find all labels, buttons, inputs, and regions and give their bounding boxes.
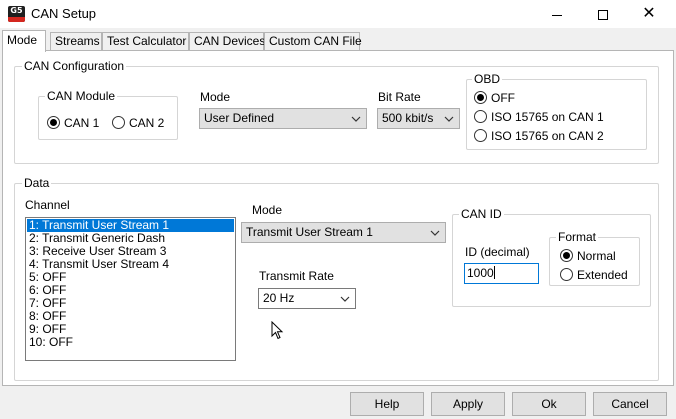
data-mode-label: Mode: [252, 203, 283, 217]
tab-can-devices[interactable]: CAN Devices: [189, 32, 265, 51]
ok-button[interactable]: Ok: [512, 392, 586, 416]
radio-unchecked-icon: [112, 116, 125, 129]
obd-iso-can1-label: ISO 15765 on CAN 1: [491, 110, 604, 124]
minimize-icon: [552, 14, 562, 16]
format-extended-label: Extended: [577, 268, 628, 282]
chevron-down-icon: [351, 116, 361, 122]
format-group: Format Normal Extended: [549, 230, 640, 286]
radio-checked-icon: [47, 116, 60, 129]
app-logo-text: G5: [10, 6, 23, 15]
obd-legend: OBD: [472, 72, 503, 86]
title-bar: G5 CAN Setup ✕: [0, 0, 676, 28]
minimize-button[interactable]: [534, 0, 580, 28]
can2-label: CAN 2: [129, 116, 165, 130]
format-legend: Format: [556, 230, 599, 244]
radio-unchecked-icon: [560, 268, 573, 281]
radio-checked-icon: [560, 249, 573, 262]
list-item[interactable]: 10: OFF: [27, 336, 234, 349]
can-mode-value: User Defined: [204, 111, 275, 125]
obd-iso-can2-radio[interactable]: ISO 15765 on CAN 2: [474, 129, 604, 143]
channel-listbox[interactable]: 1: Transmit User Stream 1 2: Transmit Ge…: [25, 217, 236, 361]
chevron-down-icon: [444, 116, 454, 122]
bit-rate-value: 500 kbit/s: [382, 111, 434, 125]
format-extended-radio[interactable]: Extended: [560, 268, 628, 282]
apply-button[interactable]: Apply: [431, 392, 505, 416]
id-decimal-label: ID (decimal): [465, 245, 530, 259]
chevron-down-icon: [340, 296, 350, 302]
close-button[interactable]: ✕: [626, 0, 672, 28]
obd-off-radio[interactable]: OFF: [474, 91, 515, 105]
format-normal-label: Normal: [577, 249, 616, 263]
tab-custom-can-file[interactable]: Custom CAN File: [264, 32, 362, 51]
bit-rate-dropdown[interactable]: 500 kbit/s: [377, 108, 460, 129]
obd-off-label: OFF: [491, 91, 515, 105]
app-logo-icon: G5: [8, 6, 25, 22]
can1-radio[interactable]: CAN 1: [47, 116, 99, 130]
transmit-rate-dropdown[interactable]: 20 Hz: [258, 288, 356, 309]
text-caret: [493, 266, 495, 279]
tab-test-calculator[interactable]: Test Calculator: [102, 32, 189, 51]
can-module-group: CAN Module CAN 1 CAN 2: [38, 89, 178, 140]
can-mode-label: Mode: [200, 90, 231, 104]
mouse-pointer-icon: [271, 321, 284, 340]
transmit-rate-label: Transmit Rate: [259, 269, 334, 283]
app-logo-strip: [8, 17, 25, 22]
data-mode-dropdown[interactable]: Transmit User Stream 1: [241, 222, 446, 243]
obd-iso-can1-radio[interactable]: ISO 15765 on CAN 1: [474, 110, 604, 124]
can-id-input[interactable]: 1000: [464, 263, 539, 284]
can-id-value: 1000: [467, 266, 494, 280]
dialog-footer: Help Apply Ok Cancel: [0, 387, 676, 419]
radio-unchecked-icon: [474, 110, 487, 123]
close-icon: ✕: [642, 5, 656, 22]
maximize-button[interactable]: [580, 0, 626, 28]
tab-mode[interactable]: Mode: [2, 30, 46, 52]
cancel-button[interactable]: Cancel: [593, 392, 667, 416]
can-configuration-legend: CAN Configuration: [22, 59, 127, 73]
bit-rate-label: Bit Rate: [378, 90, 421, 104]
radio-unchecked-icon: [474, 129, 487, 142]
mode-tab-panel: CAN Configuration CAN Module CAN 1 CAN 2…: [2, 50, 674, 386]
channel-label: Channel: [25, 198, 70, 212]
can-id-legend: CAN ID: [459, 207, 504, 221]
data-legend: Data: [22, 176, 52, 190]
radio-checked-icon: [474, 91, 487, 104]
can2-radio[interactable]: CAN 2: [112, 116, 164, 130]
obd-group: OBD OFF ISO 15765 on CAN 1 ISO 15765 on …: [466, 72, 647, 150]
help-button[interactable]: Help: [350, 392, 424, 416]
can1-label: CAN 1: [64, 116, 100, 130]
chevron-down-icon: [430, 230, 440, 236]
can-mode-dropdown[interactable]: User Defined: [199, 108, 367, 129]
data-mode-value: Transmit User Stream 1: [246, 225, 373, 239]
maximize-icon: [598, 10, 608, 21]
can-module-legend: CAN Module: [45, 89, 118, 103]
format-normal-radio[interactable]: Normal: [560, 249, 616, 263]
transmit-rate-value: 20 Hz: [263, 291, 295, 305]
obd-iso-can2-label: ISO 15765 on CAN 2: [491, 129, 604, 143]
tab-streams[interactable]: Streams: [50, 32, 102, 51]
window-title: CAN Setup: [31, 6, 97, 21]
